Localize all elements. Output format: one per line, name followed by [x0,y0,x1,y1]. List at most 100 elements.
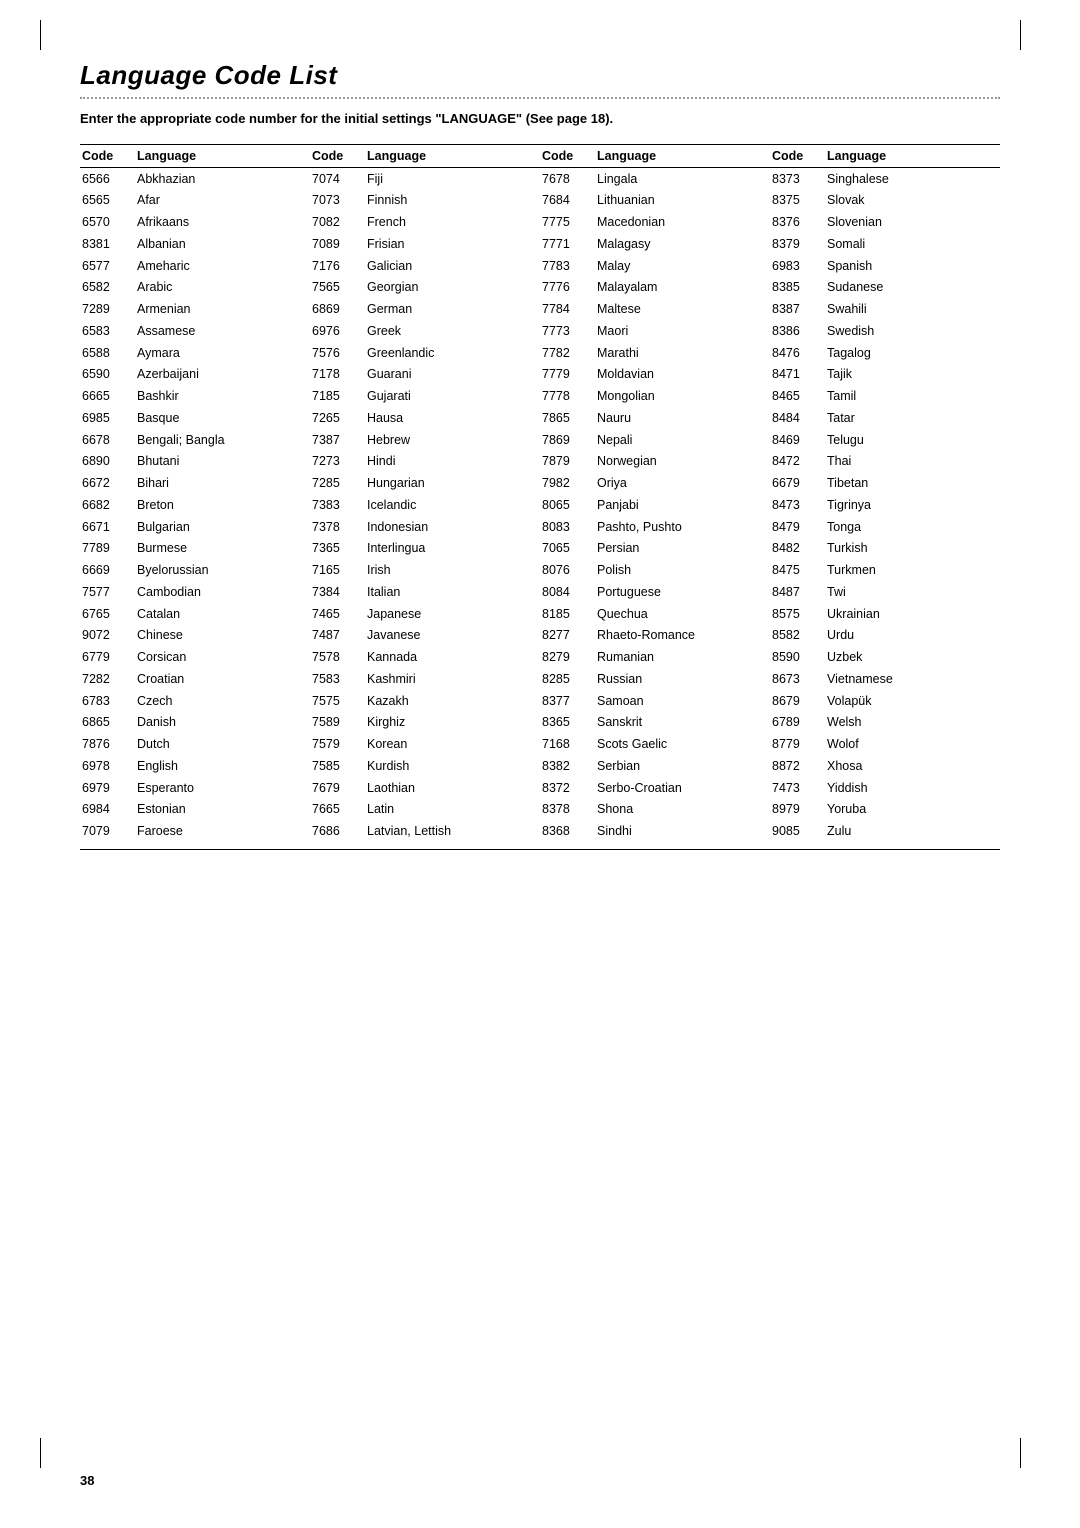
language-name: Bengali; Bangla [135,429,310,451]
language-code: 7289 [80,299,135,321]
col-code-header-1: Code [80,145,135,168]
list-item: 7577Cambodian [80,581,310,603]
list-item: 7579Korean [310,734,540,756]
language-code: 7577 [80,581,135,603]
language-name: Hausa [365,407,540,429]
language-code: 7065 [540,538,595,560]
list-item: 7778Mongolian [540,386,770,408]
list-item: 7865Nauru [540,407,770,429]
language-code: 8471 [770,364,825,386]
language-code: 7265 [310,407,365,429]
language-code: 7082 [310,212,365,234]
language-code: 7285 [310,473,365,495]
language-name: Assamese [135,320,310,342]
language-name: Polish [595,560,770,582]
col-lang-header-4: Language [825,145,1000,168]
language-code: 7473 [770,777,825,799]
list-item: 7776Malayalam [540,277,770,299]
language-name: Moldavian [595,364,770,386]
language-subtable-4: CodeLanguage8373Singhalese8375Slovak8376… [770,144,1000,850]
language-name: Rumanian [595,647,770,669]
language-code: 6682 [80,494,135,516]
language-name: Nepali [595,429,770,451]
language-name: Samoan [595,690,770,712]
language-name: Macedonian [595,212,770,234]
language-code: 9085 [770,821,825,845]
language-code: 6665 [80,386,135,408]
list-item: 6678Bengali; Bangla [80,429,310,451]
language-name: Mongolian [595,386,770,408]
list-item: 7178Guarani [310,364,540,386]
language-code: 7487 [310,625,365,647]
language-name: Lingala [595,168,770,190]
language-code: 8083 [540,516,595,538]
language-name: Georgian [365,277,540,299]
language-name: Turkish [825,538,1000,560]
list-item: 8372Serbo-Croatian [540,777,770,799]
language-name: Interlingua [365,538,540,560]
language-name: Wolof [825,734,1000,756]
list-item: 8381Albanian [80,233,310,255]
language-code: 7782 [540,342,595,364]
list-item: 8373Singhalese [770,168,1000,190]
language-code: 7074 [310,168,365,190]
language-code: 6983 [770,255,825,277]
language-code: 7282 [80,668,135,690]
list-item: 7678Lingala [540,168,770,190]
language-name: Bashkir [135,386,310,408]
language-name: Yiddish [825,777,1000,799]
language-code: 6976 [310,320,365,342]
language-name: French [365,212,540,234]
language-code: 8065 [540,494,595,516]
language-name: Fiji [365,168,540,190]
language-name: Armenian [135,299,310,321]
language-name: Zulu [825,821,1000,845]
language-name: Tagalog [825,342,1000,364]
language-code: 8582 [770,625,825,647]
list-item: 7176Galician [310,255,540,277]
list-item: 7869Nepali [540,429,770,451]
list-item: 7265Hausa [310,407,540,429]
language-code: 8872 [770,755,825,777]
list-item: 7589Kirghiz [310,712,540,734]
language-name: Russian [595,668,770,690]
list-item: 6669Byelorussian [80,560,310,582]
list-item: 6869German [310,299,540,321]
language-name: Twi [825,581,1000,603]
language-code: 8476 [770,342,825,364]
language-subtable-1: CodeLanguage6566Abkhazian6565Afar6570Afr… [80,144,310,850]
language-name: Malagasy [595,233,770,255]
language-code: 7784 [540,299,595,321]
list-item: 7576Greenlandic [310,342,540,364]
list-item: 7185Gujarati [310,386,540,408]
language-code: 8377 [540,690,595,712]
language-code: 7775 [540,212,595,234]
list-item: 7773Maori [540,320,770,342]
language-name: Basque [135,407,310,429]
language-code: 7865 [540,407,595,429]
language-code: 8484 [770,407,825,429]
list-item: 6789Welsh [770,712,1000,734]
language-name: Hungarian [365,473,540,495]
language-name: Rhaeto-Romance [595,625,770,647]
list-item: 7583Kashmiri [310,668,540,690]
language-name: Welsh [825,712,1000,734]
col-code-header-3: Code [540,145,595,168]
language-name: Hebrew [365,429,540,451]
language-code: 6583 [80,320,135,342]
language-code: 8378 [540,799,595,821]
language-name: Malayalam [595,277,770,299]
language-name: Slovak [825,190,1000,212]
language-code: 6590 [80,364,135,386]
list-item: 6582Arabic [80,277,310,299]
language-code: 7165 [310,560,365,582]
language-code: 8679 [770,690,825,712]
language-code: 8382 [540,755,595,777]
language-name: Kannada [365,647,540,669]
language-code: 8368 [540,821,595,845]
language-name: Catalan [135,603,310,625]
list-item: 7565Georgian [310,277,540,299]
language-code: 7771 [540,233,595,255]
language-name: Swahili [825,299,1000,321]
language-name: Aymara [135,342,310,364]
